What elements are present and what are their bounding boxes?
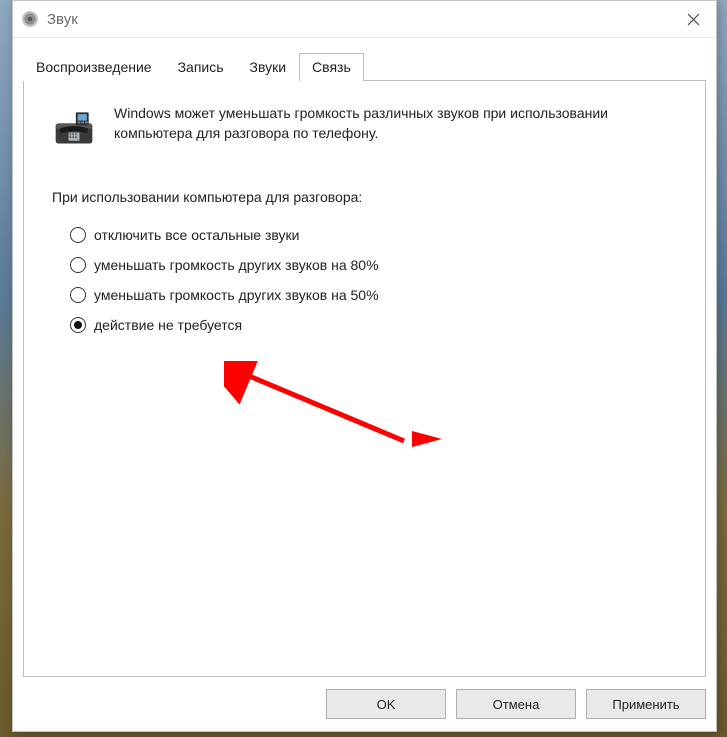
sound-dialog: Звук Воспроизведение Запись Звуки Связь [12,0,717,732]
radio-icon [70,257,86,273]
group-label: При использовании компьютера для разгово… [52,189,677,205]
annotation-arrow-1 [224,361,414,451]
cancel-button[interactable]: Отмена [456,689,576,719]
ok-button[interactable]: OK [326,689,446,719]
tab-recording[interactable]: Запись [165,53,237,81]
button-label: Отмена [493,697,540,712]
titlebar: Звук [13,1,716,38]
radio-do-nothing[interactable]: действие не требуется [70,317,677,333]
close-icon [687,13,700,26]
intro-text: Windows может уменьшать громкость различ… [114,103,677,144]
intro-row: Windows может уменьшать громкость различ… [52,103,677,149]
radio-mute-all[interactable]: отключить все остальные звуки [70,227,677,243]
radio-icon [70,287,86,303]
button-bar: OK Отмена Применить [13,677,716,731]
radio-icon [70,227,86,243]
tab-label: Звуки [250,59,287,75]
button-label: Применить [612,697,679,712]
radio-icon [70,317,86,333]
annotation-arrow-2 [412,429,442,449]
window-title: Звук [47,11,670,28]
tab-content-wrap: Windows может уменьшать громкость различ… [13,80,716,677]
sound-app-icon [21,10,39,28]
radio-label: уменьшать громкость других звуков на 50% [94,287,379,303]
radio-label: уменьшать громкость других звуков на 80% [94,257,379,273]
tab-playback[interactable]: Воспроизведение [23,53,165,81]
radio-reduce-50[interactable]: уменьшать громкость других звуков на 50% [70,287,677,303]
tab-sounds[interactable]: Звуки [237,53,300,81]
tab-label: Связь [312,59,351,75]
tab-content: Windows может уменьшать громкость различ… [23,80,706,677]
tab-label: Запись [178,59,224,75]
apply-button[interactable]: Применить [586,689,706,719]
button-label: OK [377,697,396,712]
radio-label: отключить все остальные звуки [94,227,299,243]
tab-label: Воспроизведение [36,59,152,75]
tab-strip: Воспроизведение Запись Звуки Связь [13,38,716,80]
tab-communications[interactable]: Связь [299,53,364,81]
close-button[interactable] [670,1,716,37]
radio-reduce-80[interactable]: уменьшать громкость других звуков на 80% [70,257,677,273]
radio-label: действие не требуется [94,317,242,333]
telephone-icon [52,105,96,149]
radio-group: отключить все остальные звуки уменьшать … [52,227,677,333]
